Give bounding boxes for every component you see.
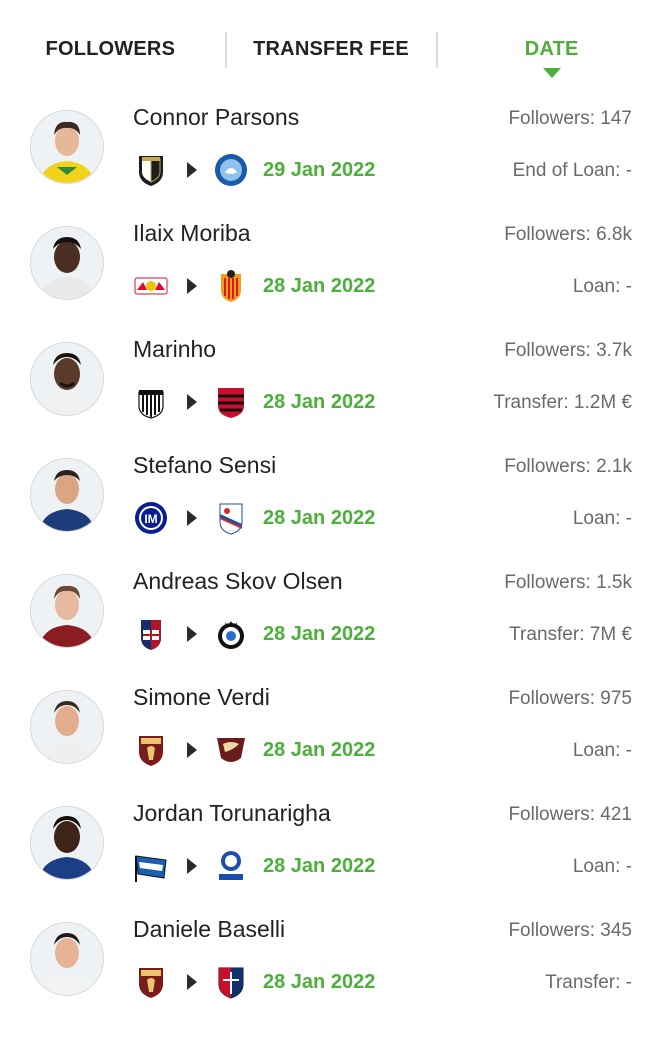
player-name: Marinho	[133, 336, 217, 362]
transfer-date: 28 Jan 2022	[263, 854, 376, 877]
followers-count: Followers: 3.7k	[504, 340, 632, 361]
sort-caret-icon	[542, 68, 561, 78]
transfer-fee: End of Loan: -	[512, 160, 632, 181]
notts-county-crest-icon[interactable]	[133, 152, 169, 188]
player-avatar[interactable]	[30, 110, 104, 184]
tab-date[interactable]: DATE	[441, 0, 662, 78]
club-transfer: IM 28 Jan 2022	[133, 498, 375, 538]
club-brugge-crest-icon[interactable]	[213, 616, 249, 652]
followers-count: Followers: 2.1k	[504, 456, 632, 477]
transfer-fee: Loan: -	[572, 856, 632, 877]
transfer-row[interactable]: Andreas Skov Olsen Followers: 1.5k 28 Ja…	[0, 564, 662, 680]
bologna-crest-icon[interactable]	[133, 616, 169, 652]
player-avatar[interactable]	[30, 574, 104, 648]
transfer-row[interactable]: Jordan Torunarigha Followers: 421 28 Jan…	[0, 796, 662, 912]
transfer-date: 28 Jan 2022	[263, 738, 376, 761]
player-name: Andreas Skov Olsen	[133, 568, 343, 594]
transfer-row[interactable]: Connor Parsons Followers: 147 29 Jan 202…	[0, 100, 662, 216]
rb-leipzig-crest-icon[interactable]	[133, 268, 169, 304]
transfer-date: 28 Jan 2022	[263, 506, 376, 529]
transfer-list: Connor Parsons Followers: 147 29 Jan 202…	[0, 100, 662, 1028]
inter-crest-icon[interactable]: IM	[133, 500, 169, 536]
followers-count: Followers: 147	[508, 108, 632, 129]
transfer-date: 28 Jan 2022	[263, 970, 376, 993]
tab-transfer-fee[interactable]: TRANSFER FEE	[221, 0, 442, 61]
followers-count: Followers: 345	[508, 920, 632, 941]
sort-tabs: FOLLOWERS TRANSFER FEE DATE	[0, 0, 662, 100]
player-avatar[interactable]	[30, 342, 104, 416]
player-name: Ilaix Moriba	[133, 220, 251, 246]
player-avatar[interactable]	[30, 458, 104, 532]
transfer-fee: Loan: -	[572, 276, 632, 297]
player-name: Stefano Sensi	[133, 452, 277, 478]
followers-count: Followers: 1.5k	[504, 572, 632, 593]
torino-crest-icon[interactable]	[133, 964, 169, 1000]
gent-crest-icon[interactable]	[213, 848, 249, 884]
transfer-arrow-icon	[187, 742, 197, 758]
transfer-row[interactable]: Daniele Baselli Followers: 345 28 Jan 20…	[0, 912, 662, 1028]
club-transfer: 29 Jan 2022	[133, 150, 375, 190]
player-avatar[interactable]	[30, 690, 104, 764]
hertha-crest-icon[interactable]	[133, 848, 169, 884]
torino-crest-icon[interactable]	[133, 732, 169, 768]
transfer-arrow-icon	[187, 510, 197, 526]
flamengo-crest-icon[interactable]	[213, 384, 249, 420]
transfer-fee: Transfer: 1.2M €	[493, 392, 632, 413]
transfer-fee: Transfer: -	[545, 972, 632, 993]
transfer-arrow-icon	[187, 394, 197, 410]
club-transfer: 28 Jan 2022	[133, 846, 375, 886]
club-transfer: 28 Jan 2022	[133, 266, 375, 306]
transfer-arrow-icon	[187, 858, 197, 874]
transfer-row[interactable]: Ilaix Moriba Followers: 6.8k 28 Jan 2022…	[0, 216, 662, 332]
transfer-fee: Loan: -	[572, 740, 632, 761]
transfer-date: 29 Jan 2022	[263, 158, 376, 181]
transfer-fee: Transfer: 7M €	[509, 624, 632, 645]
followers-count: Followers: 975	[508, 688, 632, 709]
transfer-row[interactable]: Stefano Sensi Followers: 2.1k IM 28 Jan …	[0, 448, 662, 564]
followers-count: Followers: 6.8k	[504, 224, 632, 245]
player-name: Simone Verdi	[133, 684, 270, 710]
transfer-date: 28 Jan 2022	[263, 274, 376, 297]
cagliari-crest-icon[interactable]	[213, 964, 249, 1000]
transfer-arrow-icon	[187, 626, 197, 642]
salernitana-crest-icon[interactable]	[213, 732, 249, 768]
transfer-arrow-icon	[187, 162, 197, 178]
transfer-arrow-icon	[187, 278, 197, 294]
transfer-date: 28 Jan 2022	[263, 622, 376, 645]
transfer-row[interactable]: Simone Verdi Followers: 975 28 Jan 2022 …	[0, 680, 662, 796]
club-transfer: 28 Jan 2022	[133, 962, 375, 1002]
santos-crest-icon[interactable]	[133, 384, 169, 420]
transfer-date: 28 Jan 2022	[263, 390, 376, 413]
transfer-row[interactable]: Marinho Followers: 3.7k 28 Jan 2022 Tran…	[0, 332, 662, 448]
player-avatar[interactable]	[30, 806, 104, 880]
svg-text:IM: IM	[144, 512, 157, 526]
player-avatar[interactable]	[30, 226, 104, 300]
player-name: Jordan Torunarigha	[133, 800, 331, 826]
tab-divider	[436, 32, 438, 68]
valencia-crest-icon[interactable]	[213, 268, 249, 304]
tab-date-label: DATE	[524, 38, 579, 60]
club-transfer: 28 Jan 2022	[133, 730, 375, 770]
transfer-fee: Loan: -	[572, 508, 632, 529]
sampdoria-crest-icon[interactable]	[213, 500, 249, 536]
transfer-arrow-icon	[187, 974, 197, 990]
club-transfer: 28 Jan 2022	[133, 382, 375, 422]
club-transfer: 28 Jan 2022	[133, 614, 375, 654]
player-name: Daniele Baselli	[133, 916, 286, 942]
wycombe-crest-icon[interactable]	[213, 152, 249, 188]
followers-count: Followers: 421	[508, 804, 632, 825]
tab-followers[interactable]: FOLLOWERS	[0, 0, 221, 61]
player-avatar[interactable]	[30, 922, 104, 996]
player-name: Connor Parsons	[133, 104, 300, 130]
